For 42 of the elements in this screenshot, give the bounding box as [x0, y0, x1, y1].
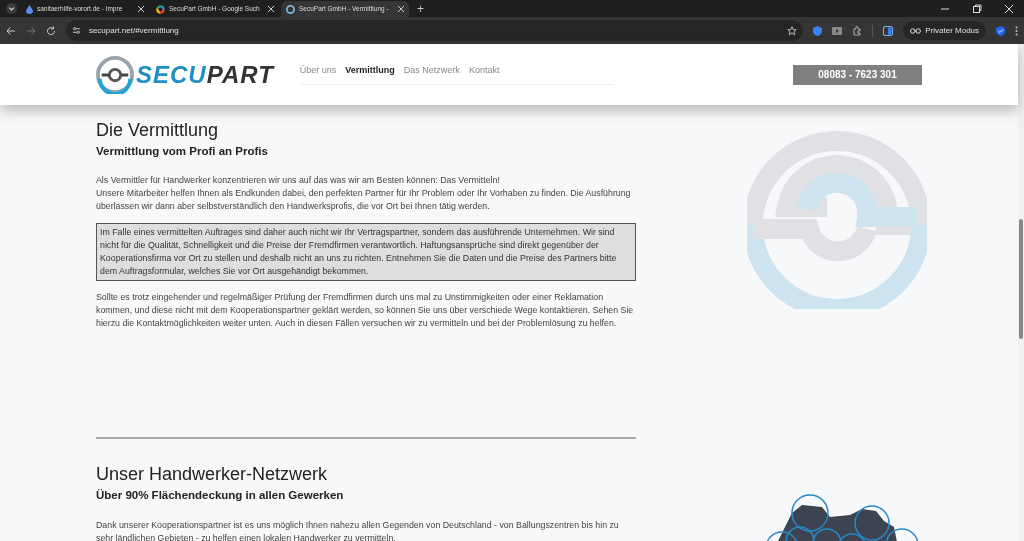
section-heading: Unser Handwerker-Netzwerk	[96, 463, 329, 486]
close-tab-icon[interactable]	[138, 6, 144, 12]
notice-box: Im Falle eines vermittelten Auftrages sind daher auch nicht wir Ihr Vertragspartner, sondern das ausführende Unternehmen. Wir sind nicht für die Qualität, Schnelligkeit und die Preise der Fremdfirmen verantwortlich. Haftungsansprüche sind direkt gegenüber der Kooperationsfirma vor Ort zu stellen und deshalb nicht an uns zu richten. Entnehmen Sie die Daten und die Preise des Partners bitte dem Auftragsformular, welches Sie vor Ort ausgehändigt bekommen.	[96, 223, 636, 282]
forward-icon[interactable]	[25, 25, 36, 36]
nav-link[interactable]: Über uns	[299, 64, 337, 78]
close-tab-icon[interactable]	[398, 6, 404, 12]
section-subheading: Über 90% Flächendeckung in allen Gewerken	[96, 488, 345, 504]
nav-link[interactable]: Das Netzwerk	[403, 64, 460, 78]
tab-list-icon[interactable]	[6, 3, 17, 14]
logo-icon[interactable]	[96, 55, 134, 94]
private-mode-badge[interactable]: Privater Modus	[903, 21, 987, 40]
nav-link[interactable]: Vermittlung	[345, 64, 395, 78]
restore-icon[interactable]	[972, 3, 982, 14]
close-icon[interactable]	[1004, 3, 1014, 14]
section-heading: Die Vermittlung	[96, 119, 220, 141]
url-text: secupart.net/#vermittlung	[88, 24, 179, 37]
sidebar-icon[interactable]	[883, 25, 894, 36]
site-settings-icon[interactable]	[71, 26, 81, 35]
drop-favicon-icon	[26, 4, 33, 14]
circle-favicon-icon	[286, 4, 295, 14]
scrollbar[interactable]	[1018, 44, 1024, 541]
logo-text[interactable]: SECUPART	[136, 56, 274, 93]
puzzle-icon[interactable]	[852, 25, 863, 36]
phone-button[interactable]: 08083 - 7623 301	[793, 64, 922, 85]
bookmark-star-icon[interactable]	[787, 25, 798, 36]
section-subheading: Vermittlung vom Profi an Profis	[96, 144, 269, 159]
incognito-glasses-icon	[910, 27, 922, 34]
menu-icon[interactable]	[1015, 25, 1018, 36]
paragraph: Als Vermittler für Handwerker konzentrieren wir uns auf das was wir am Besten können: Das Vermitteln! Unsere Mitarbeiter helfen Ihnen als Endkunden dabei, den perfekten Partner für Ihr Problem oder Ihr Vorhaben zu finden. Die Ausführung überlassen wir dann aber selbstverständlich den Handwerksprofis, die vor Ort bei Ihnen tätig werden.	[96, 174, 632, 214]
nav-link[interactable]: Kontakt	[468, 64, 500, 78]
new-tab-icon[interactable]: +	[417, 2, 424, 15]
shield-extension-icon[interactable]	[813, 25, 823, 36]
back-icon[interactable]	[6, 25, 16, 36]
paragraph: Sollte es trotz eingehender und regelmäßiger Prüfung der Fremdfirmen durch uns mal zu Unstimmigkeiten oder einer Reklamation kommen, und diese nicht mit dem Kooperationspartner geklärt werden, so können Sie uns über verschiede Wege kontaktieren. Sehen Sie hierzu die Kontaktmöglichkeiten weiter unten. Auch in diesen Fällen versuchen wir zu vermitteln und bei der Problemlösung zu helfen.	[96, 291, 635, 331]
logo-watermark-icon	[747, 129, 927, 309]
address-bar[interactable]: secupart.net/#vermittlung	[65, 20, 804, 41]
video-extension-icon[interactable]	[832, 26, 843, 35]
shield-check-icon[interactable]	[996, 25, 1006, 36]
ring-favicon-icon	[156, 4, 165, 14]
reload-icon[interactable]	[45, 25, 56, 36]
paragraph: Dank unserer Kooperationspartner ist es uns möglich Ihnen nahezu allen Gegenden von Deutschland - von Ballungszentren bis hin zu sehr ländlichen Gebieten - zu helfen einen lokalen Handwerker zu vermitteln.	[96, 518, 620, 541]
close-tab-icon[interactable]	[268, 6, 274, 12]
